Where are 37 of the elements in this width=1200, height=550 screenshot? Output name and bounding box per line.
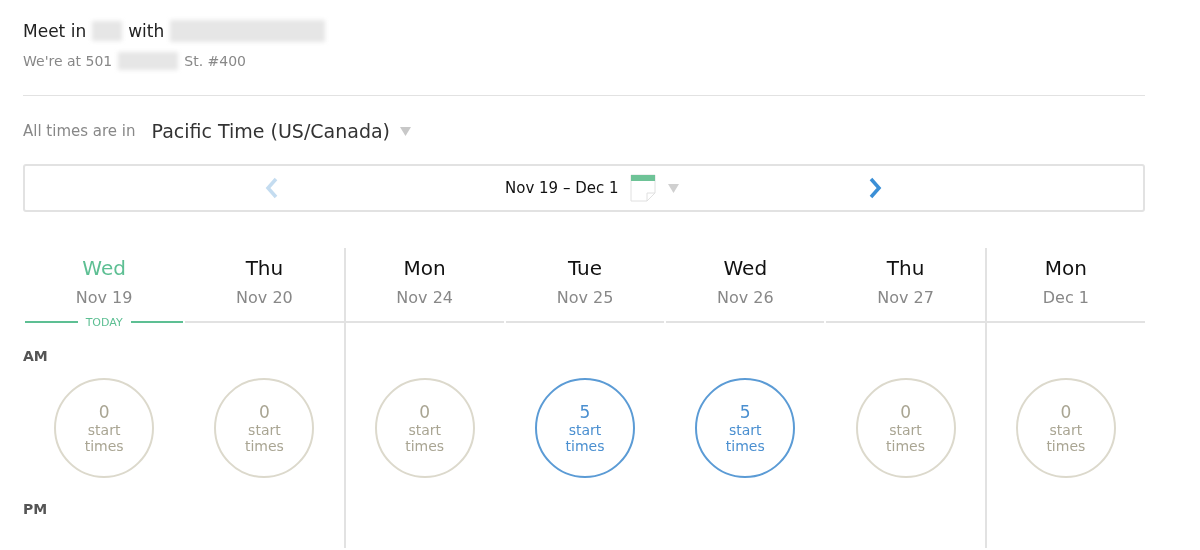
caret-icon [668, 183, 679, 193]
day-date: Nov 19 [75, 288, 133, 307]
day-name: Thu [886, 256, 925, 280]
calendar-icon [630, 174, 656, 202]
caret-icon [400, 126, 411, 136]
next-button[interactable] [867, 177, 883, 199]
day-name: Wed [82, 256, 126, 280]
start-times-button[interactable]: 0 start times [214, 378, 315, 478]
blurred-redaction [118, 52, 179, 70]
start-times-button[interactable]: 5 start times [695, 378, 796, 478]
period-label: AM [23, 348, 48, 364]
day-date: Nov 25 [556, 288, 614, 307]
start-times-button[interactable]: 0 start times [855, 378, 956, 478]
start-times-button[interactable]: 0 start times [374, 378, 475, 478]
date-range: Nov 19 – Dec 1 [505, 179, 620, 197]
timezone-dropdown[interactable]: Pacific Time (US/Canada) [151, 120, 411, 142]
day-date: Nov 20 [236, 288, 293, 307]
meeting-title: with [128, 21, 165, 41]
address-text: St. #400 [184, 53, 246, 69]
meeting-title: Meet in [23, 21, 87, 41]
day-name: Tue [567, 256, 603, 280]
start-times-button[interactable]: 0 start times [1015, 378, 1116, 478]
day-date: Nov 24 [396, 288, 454, 307]
period-label: PM [23, 501, 48, 517]
blurred-redaction [92, 21, 123, 41]
start-times-button[interactable]: 5 start times [535, 378, 635, 478]
day-name: Wed [723, 256, 768, 280]
day-date: Dec 1 [1042, 288, 1089, 307]
day-date: Nov 27 [877, 288, 934, 307]
start-times-button[interactable]: 0 start times [54, 378, 155, 478]
timezone-label: All times are in [23, 122, 136, 140]
day-name: Mon [403, 256, 446, 280]
day-name: Thu [245, 256, 284, 280]
day-name: Mon [1044, 256, 1087, 280]
today-label: TODAY [85, 315, 123, 329]
day-date: Nov 26 [716, 288, 774, 307]
address-text: We're at 501 [23, 53, 113, 69]
